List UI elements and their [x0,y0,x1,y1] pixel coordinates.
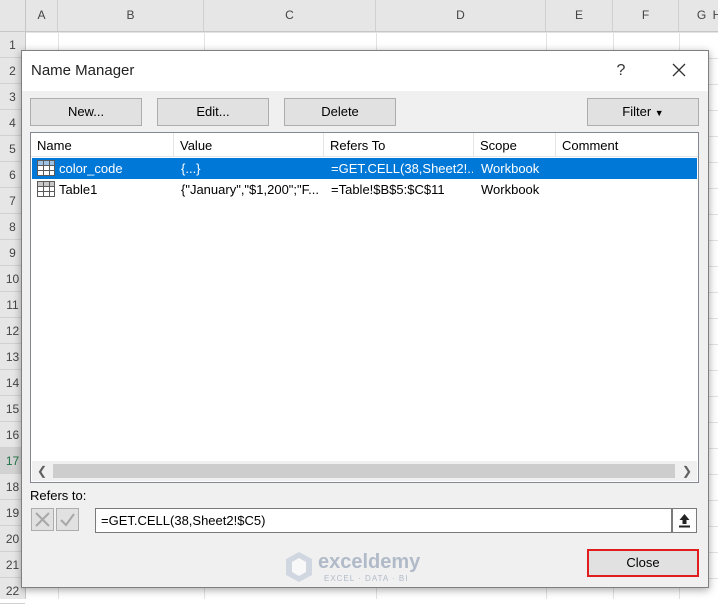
delete-button[interactable]: Delete [284,98,396,126]
horizontal-scrollbar[interactable]: ❮ ❯ [32,461,697,481]
column-header-b[interactable]: B [58,0,204,31]
list-row[interactable]: Table1 {"January","$1,200";"F... =Table!… [32,179,697,200]
accept-edit-icon[interactable] [56,508,79,531]
row-value: {"January","$1,200";"F... [181,182,319,197]
column-header-comment[interactable]: Comment [556,133,698,156]
cancel-edit-icon[interactable] [31,508,54,531]
watermark-tagline: EXCEL · DATA · BI [324,574,409,583]
column-header-refers-to[interactable]: Refers To [324,133,474,156]
new-button[interactable]: New... [30,98,142,126]
table-icon [37,181,55,197]
scroll-right-icon[interactable]: ❯ [677,461,697,481]
list-row-selected[interactable]: color_code {...} =GET.CELL(38,Sheet2!...… [32,158,697,179]
scroll-left-icon[interactable]: ❮ [32,461,52,481]
dialog-titlebar[interactable]: Name Manager ? [22,51,708,91]
column-header-c[interactable]: C [204,0,376,31]
list-header: Name Value Refers To Scope Comment [31,133,698,157]
dialog-title: Name Manager [31,62,135,79]
row-name: color_code [59,161,123,176]
help-button[interactable]: ? [604,57,638,85]
row-refers-to: =Table!$B$5:$C$11 [331,182,445,197]
edit-button[interactable]: Edit... [157,98,269,126]
row-refers-to: =GET.CELL(38,Sheet2!... [331,161,473,176]
close-icon[interactable] [662,57,696,85]
names-list[interactable]: Name Value Refers To Scope Comment color… [30,132,699,483]
refers-to-label: Refers to: [30,488,87,503]
column-header-e[interactable]: E [546,0,613,31]
column-header-name[interactable]: Name [31,133,174,156]
row-scope: Workbook [481,182,540,197]
column-header-f[interactable]: F [613,0,679,31]
column-headers: A B C D E F G H [26,0,718,32]
exceldemy-watermark: exceldemy EXCEL · DATA · BI [284,548,474,588]
watermark-name: exceldemy [318,551,421,573]
scrollbar-thumb[interactable] [53,464,675,478]
row-value: {...} [181,161,201,176]
row-name: Table1 [59,182,98,197]
row-comment [563,158,693,179]
row-scope: Workbook [481,161,540,176]
named-range-icon [37,160,55,176]
exceldemy-logo-icon [286,552,312,582]
column-header-h[interactable]: H [702,0,718,31]
column-header-a[interactable]: A [26,0,58,31]
filter-button-label: Filter [622,104,652,119]
filter-button[interactable]: Filter ▼ [587,98,699,126]
select-all-corner[interactable] [0,0,26,32]
column-header-scope[interactable]: Scope [474,133,556,156]
dropdown-arrow-icon: ▼ [654,108,664,118]
name-manager-dialog: Name Manager ? New... Edit... Delete Fil… [21,50,709,588]
close-button[interactable]: Close [587,549,699,577]
refers-to-input[interactable]: =GET.CELL(38,Sheet2!$C5) [95,508,672,533]
collapse-dialog-icon[interactable] [672,508,697,533]
column-header-d[interactable]: D [376,0,546,31]
column-header-value[interactable]: Value [174,133,324,156]
row-comment [563,179,693,200]
